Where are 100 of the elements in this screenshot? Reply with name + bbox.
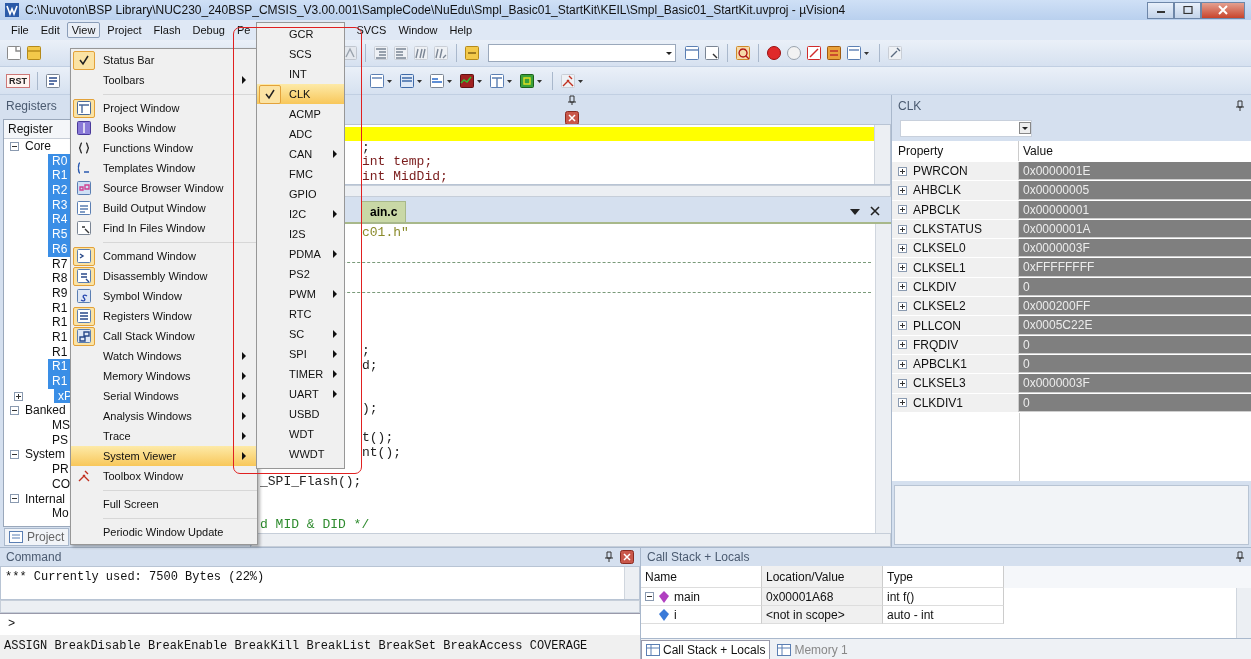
menu-item[interactable]: Debug (187, 22, 230, 38)
tree-item[interactable]: PS (48, 432, 72, 448)
tree-item[interactable]: System (25, 447, 65, 463)
expand-icon[interactable] (898, 301, 907, 311)
property-value[interactable]: 0x0000001E (1019, 162, 1251, 181)
close-icon[interactable] (869, 205, 881, 217)
minimize-button[interactable] (1147, 1, 1174, 19)
tree-item[interactable]: R8 (48, 271, 72, 286)
menu-item[interactable]: SVCS (351, 22, 392, 38)
dropdown-field[interactable] (900, 119, 1032, 137)
menu-item[interactable]: System Viewer (71, 446, 257, 466)
tree-item[interactable]: Banked (25, 403, 66, 419)
menu-item[interactable]: SPI (257, 344, 344, 364)
menu-item[interactable]: Project (102, 22, 147, 38)
menu-item[interactable]: Source Browser Window (71, 178, 257, 198)
tree-item[interactable]: R1 (48, 315, 72, 330)
menu-item[interactable]: PDMA (257, 244, 344, 264)
menu-item[interactable]: Build Output Window (71, 198, 257, 218)
chip-dropdown-button[interactable] (519, 72, 545, 89)
window-dropdown-button[interactable] (846, 45, 872, 61)
menu-item[interactable]: TIMER (257, 364, 344, 384)
expand-icon[interactable] (14, 391, 23, 401)
expand-icon[interactable] (898, 166, 907, 176)
menu-item[interactable]: Toolbox Window (71, 466, 257, 486)
tree-item[interactable]: R9 (48, 285, 72, 301)
close-icon[interactable] (620, 550, 634, 564)
chart-dropdown-button[interactable] (459, 72, 485, 89)
menu-item[interactable]: Disassembly Window (71, 266, 257, 286)
menu-item[interactable]: GCR (257, 24, 344, 44)
menu-item[interactable]: I2S (257, 224, 344, 244)
collapse-icon[interactable] (10, 494, 19, 504)
expand-icon[interactable] (898, 321, 907, 330)
panel-tab[interactable]: Call Stack + Locals (641, 640, 771, 659)
menu-item[interactable]: WDT (257, 424, 344, 444)
property-value[interactable]: 0x00000005 (1019, 181, 1251, 200)
expand-icon[interactable] (898, 224, 907, 234)
pin-icon[interactable] (566, 95, 577, 106)
tree-item[interactable]: Internal (25, 491, 66, 507)
column-header[interactable]: Name (641, 566, 762, 588)
expand-icon[interactable] (898, 398, 907, 408)
menu-item[interactable]: SC (257, 324, 344, 344)
scrollbar[interactable] (875, 224, 891, 533)
menu-item[interactable]: USBD (257, 404, 344, 424)
breakpoint-icon[interactable] (766, 45, 782, 61)
dropdown-arrow-icon[interactable] (849, 207, 861, 217)
window-icon[interactable] (684, 45, 700, 61)
pin-icon[interactable] (1235, 551, 1245, 563)
scrollbar[interactable] (624, 567, 639, 599)
collapse-icon[interactable] (10, 450, 19, 460)
menu-item[interactable]: I2C (257, 204, 344, 224)
tools-dropdown-button[interactable] (560, 72, 586, 89)
menu-item[interactable]: Find In Files Window (71, 218, 257, 238)
property-value[interactable]: 0x0000003F (1019, 374, 1251, 393)
folder-icon[interactable] (26, 45, 42, 61)
tree-item[interactable]: MS (48, 418, 74, 433)
menu-item[interactable]: GPIO (257, 184, 344, 204)
menu-item[interactable]: Memory Windows (71, 366, 257, 386)
tree-item[interactable]: R7 (48, 256, 72, 272)
folder-icon[interactable] (464, 45, 480, 61)
menu-item[interactable]: CAN (257, 144, 344, 164)
menu-item[interactable]: View (66, 22, 101, 38)
menu-item[interactable]: Window (393, 22, 443, 38)
menu-item[interactable]: Watch Windows (71, 346, 257, 366)
menu-item[interactable]: Edit (35, 22, 65, 38)
expand-icon[interactable] (898, 282, 907, 292)
tree-item[interactable]: Core (25, 139, 51, 154)
window-dropdown-button[interactable] (429, 72, 455, 89)
scrollbar[interactable] (874, 124, 890, 184)
menu-item[interactable]: CLK (257, 84, 344, 104)
command-prompt[interactable]: > (8, 617, 16, 631)
scrollbar[interactable] (1236, 588, 1251, 638)
debug-icon[interactable] (735, 45, 751, 61)
window-dropdown-button[interactable] (489, 72, 515, 89)
property-value[interactable]: 0x0000003F (1019, 239, 1251, 258)
menu-item[interactable]: Books Window (71, 118, 257, 138)
menu-item[interactable]: WWDT (257, 444, 344, 464)
menu-item[interactable]: INT (257, 64, 344, 84)
menu-item[interactable]: PWM (257, 284, 344, 304)
expand-icon[interactable] (898, 243, 907, 253)
menu-item[interactable]: RTC (257, 304, 344, 324)
tree-item[interactable]: R1 (48, 329, 72, 345)
disassembly-icon[interactable] (45, 72, 61, 89)
reset-button[interactable]: RST (6, 73, 30, 88)
expand-icon[interactable] (898, 185, 907, 195)
menu-item[interactable]: Templates Window (71, 158, 257, 178)
menu-item[interactable]: ACMP (257, 104, 344, 124)
menu-item[interactable]: SCS (257, 44, 344, 64)
menu-item[interactable]: Command Window (71, 246, 257, 266)
tree-item[interactable]: R1 (48, 344, 72, 360)
menu-item[interactable]: Trace (71, 426, 257, 446)
column-header[interactable]: Location/Value (762, 566, 883, 588)
menu-item[interactable]: UART (257, 384, 344, 404)
menu-item[interactable]: File (6, 22, 34, 38)
collapse-icon[interactable] (10, 141, 19, 151)
menu-item[interactable]: Project Window (71, 98, 257, 118)
window-dropdown-button[interactable] (399, 72, 425, 89)
menu-item[interactable]: Registers Window (71, 306, 257, 326)
expand-icon[interactable] (898, 359, 907, 369)
expand-icon[interactable] (898, 340, 907, 350)
menu-item[interactable]: Call Stack Window (71, 326, 257, 346)
